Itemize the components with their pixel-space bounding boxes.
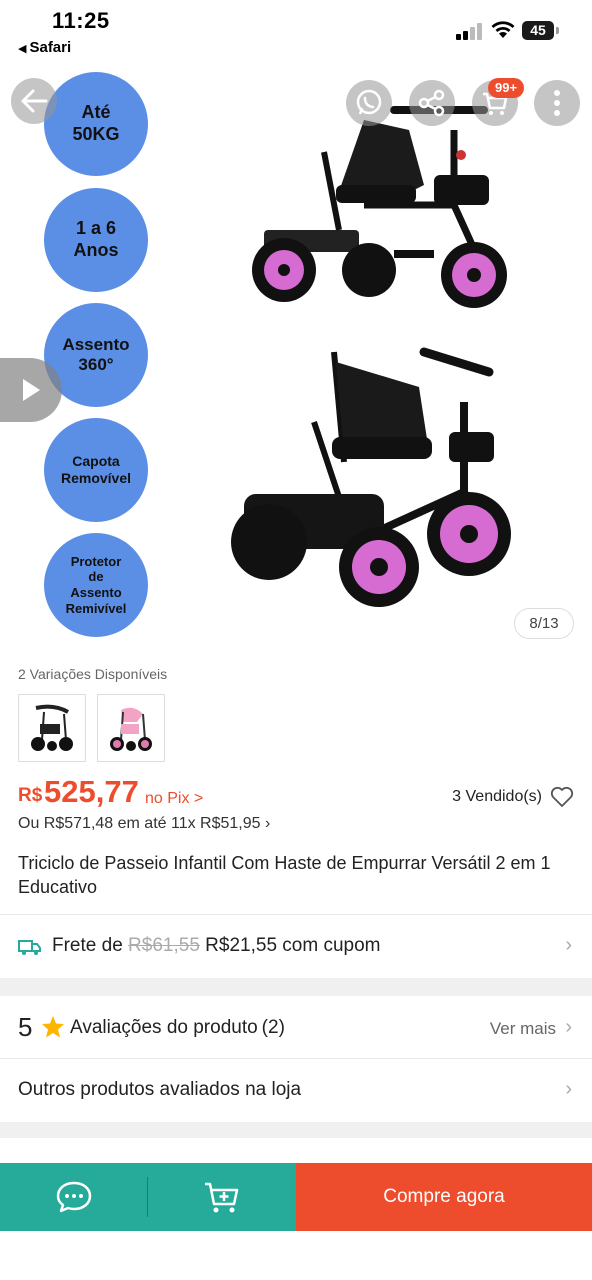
status-bar: 11:25 ◀ Safari 45 [0,0,592,64]
ratings-row[interactable]: 5 Avaliações do produto (2) Ver mais › [0,996,592,1058]
ratings-count: (2) [261,1017,285,1038]
image-counter: 8/13 [514,608,574,639]
add-to-cart-icon [205,1182,239,1213]
share-icon [418,89,445,117]
chat-button[interactable] [0,1163,148,1231]
feature-badge-protector: Protetor de Assento Remivível [44,533,148,637]
ratings-label: Avaliações do produto (2) [70,1017,285,1038]
play-video-button[interactable] [0,358,62,422]
feature-badge-canopy: Capota Removível [44,418,148,522]
feature-badge-age: 1 a 6 Anos [44,188,148,292]
play-icon [23,379,40,401]
tricycle-thumbnail-black [31,704,73,751]
pix-link[interactable]: no Pix > [145,790,203,808]
tricycle-image-top [252,106,507,308]
whatsapp-share-button[interactable] [346,80,392,126]
chat-icon [56,1181,92,1213]
heart-icon[interactable] [550,786,574,808]
sold-count: 3 Vendido(s) [452,788,542,805]
back-app-label: Safari [29,39,72,56]
tricycle-thumbnail-pink [110,707,152,751]
section-gap [0,1122,592,1138]
signal-icon [456,22,484,40]
price-row: R$ 525,77 no Pix > 3 Vendido(s) [18,774,578,814]
chevron-right-icon: › [565,1078,572,1100]
whatsapp-icon [356,89,382,115]
back-triangle-icon: ◀ [18,43,27,55]
bottom-action-bar: Compre agora [0,1163,592,1231]
back-arrow-icon [21,89,48,113]
truck-icon [18,940,41,955]
shipping-row[interactable]: Frete de R$61,55 R$21,55 com cupom › [0,916,592,978]
more-options-button[interactable] [534,80,580,126]
price-currency: R$ [18,785,43,806]
chevron-right-icon: › [565,1016,572,1038]
shipping-new-price: R$21,55 com cupom [205,935,381,956]
more-icon [554,90,560,116]
buy-now-button[interactable]: Compre agora [296,1163,592,1231]
shipping-old-price: R$61,55 [128,935,200,956]
tricycle-image-bottom [231,347,511,607]
section-gap [0,978,592,996]
price-value: 525,77 [44,774,139,809]
status-time: 11:25 [52,8,110,33]
installments-link[interactable]: Ou R$571,48 em até 11x R$51,95 › [18,815,270,833]
product-image-gallery[interactable]: Até 50KG 1 a 6 Anos Assento 360° Capota … [0,64,592,660]
battery-icon: 45 [522,21,554,40]
back-to-safari[interactable]: ◀ Safari [18,39,71,56]
shipping-prefix: Frete de [52,935,123,956]
back-button[interactable] [11,78,57,124]
product-title: Triciclo de Passeio Infantil Com Haste d… [18,853,551,897]
feature-badge-weight: Até 50KG [44,72,148,176]
add-to-cart-button[interactable] [148,1163,296,1231]
cart-count-badge: 99+ [488,78,525,98]
divider [0,914,592,915]
variation-thumbnail-pink[interactable] [97,694,165,762]
star-icon [42,1016,64,1038]
chevron-right-icon: › [565,934,572,956]
store-reviews-row[interactable]: Outros produtos avaliados na loja › [0,1060,592,1122]
variations-label: 2 Variações Disponíveis [18,666,168,682]
variation-thumbnail-black[interactable] [18,694,86,762]
shipping-text: Frete de R$61,55 R$21,55 com cupom [52,935,381,957]
wifi-icon [491,21,515,38]
rating-score: 5 [18,1012,33,1042]
share-button[interactable] [409,80,455,126]
divider [0,1058,592,1059]
battery-nub [556,27,559,34]
see-more-link[interactable]: Ver mais [490,1019,556,1039]
store-reviews-label: Outros produtos avaliados na loja [18,1079,302,1100]
